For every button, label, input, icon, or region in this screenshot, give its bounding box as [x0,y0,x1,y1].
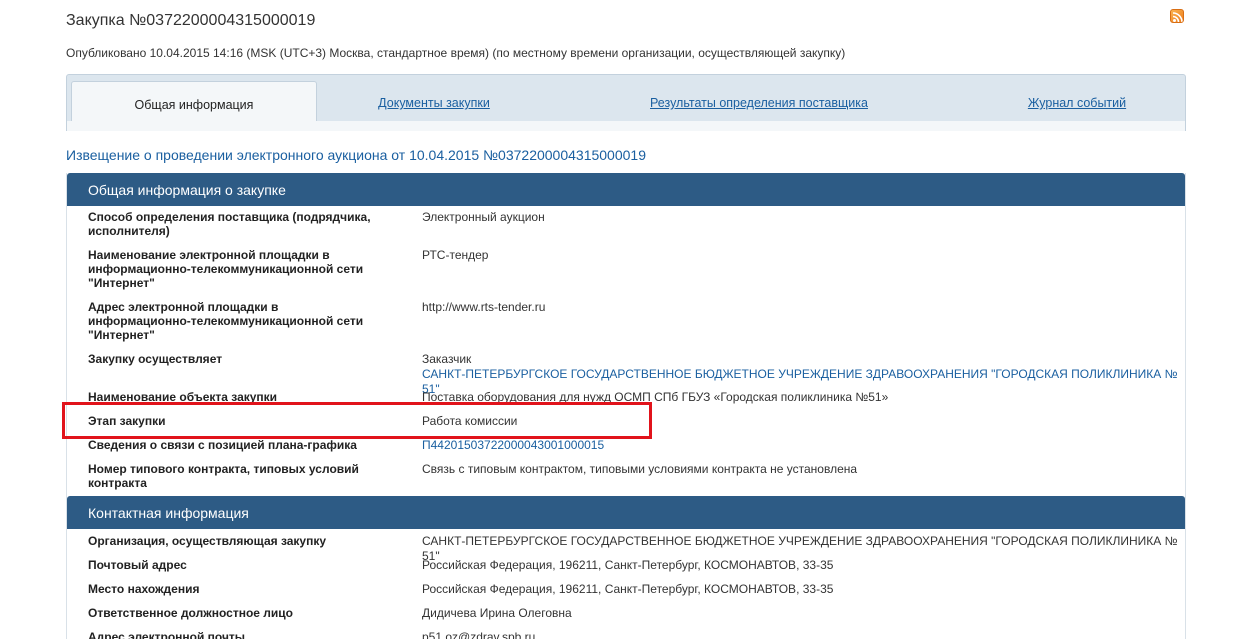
contacts-section: Контактная информация Организация, осуще… [66,496,1186,639]
contact-row-label: Ответственное должностное лицо [88,606,293,620]
contact-row-label: Адрес электронной почты [88,630,246,639]
info-row-object: Наименование объекта закупки Поставка об… [67,390,1185,410]
contact-row-value: Российская Федерация, 196211, Санкт-Пете… [422,558,834,572]
tab-event-journal-link[interactable]: Журнал событий [1028,96,1126,110]
info-row-label: Наименование электронной площадки в инфо… [88,248,364,290]
contact-row-value: p51.oz@zdrav.spb.ru [422,630,536,639]
contact-row-value: Российская Федерация, 196211, Санкт-Пете… [422,582,834,596]
info-row-label: Адрес электронной площадки в информацион… [88,300,364,342]
contact-row-organization: Организация, осуществляющая закупку САНК… [67,534,1185,563]
tab-event-journal[interactable]: Журнал событий [1012,81,1142,125]
info-row-label: Способ определения поставщика (подрядчик… [88,210,371,238]
info-row-value: РТС-тендер [422,248,489,262]
contact-row-email: Адрес электронной почты p51.oz@zdrav.spb… [67,630,1185,639]
plan-position-link[interactable]: П44201503722000043001000015 [422,438,604,452]
info-row-value: Связь с типовым контрактом, типовыми усл… [422,462,858,476]
contact-row-postal: Почтовый адрес Российская Федерация, 196… [67,558,1185,578]
general-info-header: Общая информация о закупке [67,173,1185,206]
info-row-label: Закупку осуществляет [88,352,223,366]
info-row-typical-contract: Номер типового контракта, типовых услови… [67,462,1185,494]
conductor-type: Заказчик [422,352,472,366]
info-row-platform-name: Наименование электронной площадки в инфо… [67,248,1185,300]
info-row-method: Способ определения поставщика (подрядчик… [67,210,1185,250]
published-info: Опубликовано 10.04.2015 14:16 (MSK (UTC+… [66,46,846,60]
tab-results-link[interactable]: Результаты определения поставщика [650,96,868,110]
info-row-value: П44201503722000043001000015 [422,438,1182,453]
info-row-label: Этап закупки [88,414,166,428]
page-title: Закупка №0372200004315000019 [66,12,316,29]
tab-results[interactable]: Результаты определения поставщика [639,81,879,125]
general-info-section: Общая информация о закупке Способ опреде… [66,173,1186,496]
info-row-plan-link: Сведения о связи с позицией плана-график… [67,438,1185,458]
contact-row-official: Ответственное должностное лицо Дидичева … [67,606,1185,626]
info-row-value: http://www.rts-tender.ru [422,300,546,314]
contact-row-label: Место нахождения [88,582,200,596]
tab-bar-bottom [66,121,1186,131]
contact-row-label: Почтовый адрес [88,558,187,572]
notice-heading: Извещение о проведении электронного аукц… [66,147,646,163]
rss-icon[interactable] [1170,9,1184,23]
tab-documents[interactable]: Документы закупки [367,81,501,125]
info-row-value: Работа комиссии [422,414,518,428]
info-row-value: Электронный аукцион [422,210,545,224]
info-row-label: Сведения о связи с позицией плана-график… [88,438,357,452]
tab-general-info-label: Общая информация [134,98,254,112]
info-row-value: Поставка оборудования для нужд ОСМП СПб … [422,390,889,404]
info-row-stage: Этап закупки Работа комиссии [67,414,1185,434]
contact-row-value: Дидичева Ирина Олеговна [422,606,572,620]
info-row-platform-address: Адрес электронной площадки в информацион… [67,300,1185,352]
tab-documents-link[interactable]: Документы закупки [378,96,490,110]
info-row-label: Номер типового контракта, типовых услови… [88,462,359,490]
contact-row-label: Организация, осуществляющая закупку [88,534,327,548]
contacts-header: Контактная информация [67,496,1185,529]
contact-row-location: Место нахождения Российская Федерация, 1… [67,582,1185,602]
info-row-conducted-by: Закупку осуществляет Заказчик САНКТ-ПЕТЕ… [67,352,1185,396]
info-row-label: Наименование объекта закупки [88,390,278,404]
